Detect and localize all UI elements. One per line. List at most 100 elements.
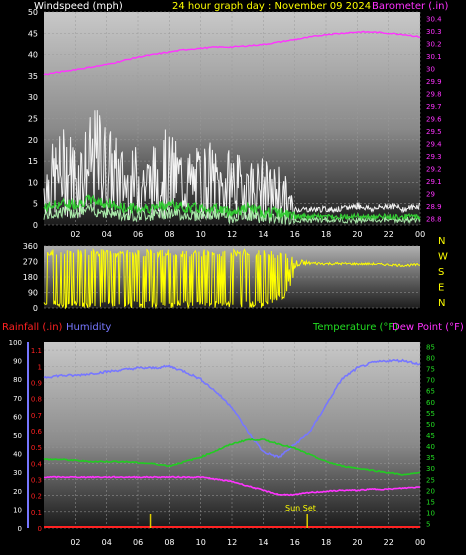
temperature-tick-label: 10 [426, 510, 435, 518]
direction-tick-label: 360 [23, 242, 38, 251]
rain-tick-label: 0.3 [31, 476, 42, 484]
header-right-title: Barometer (.in) [372, 1, 448, 12]
wind-tick-label: 40 [28, 51, 38, 60]
humidity-tick-label: 30 [13, 469, 22, 477]
barometer-tick-label: 29.3 [426, 153, 442, 161]
barometer-tick-label: 29.2 [426, 166, 442, 174]
temperature-tick-label: 65 [426, 388, 435, 396]
humidity-tick-label: 90 [13, 358, 22, 366]
wind-tick-label: 30 [28, 93, 38, 102]
temperature-tick-label: 30 [426, 465, 435, 473]
climate-x-tick-label: 10 [196, 538, 206, 547]
direction-tick-label: 0 [33, 304, 38, 313]
wind-x-tick-label: 14 [258, 230, 268, 239]
dewpoint-axis-title: Dew Point (°F) [392, 322, 464, 333]
rain-tick-label: 0.2 [31, 493, 42, 501]
wind-x-tick-label: 16 [290, 230, 300, 239]
temperature-tick-label: 75 [426, 366, 435, 374]
header-left-title: Windspeed (mph) [34, 1, 123, 12]
wind-x-tick-label: 06 [133, 230, 143, 239]
rain-tick-label: 0.8 [31, 396, 42, 404]
barometer-tick-label: 30.2 [426, 40, 442, 48]
wind-x-tick-label: 18 [321, 230, 331, 239]
barometer-tick-label: 29 [426, 191, 435, 199]
climate-x-tick-label: 12 [227, 538, 237, 547]
temperature-tick-label: 35 [426, 454, 435, 462]
humidity-tick-label: 80 [13, 376, 22, 384]
humidity-axis-title: Humidity [66, 322, 111, 333]
climate-x-tick-label: 18 [321, 538, 331, 547]
rain-tick-label: 1 [38, 363, 42, 371]
climate-x-tick-label: 00 [415, 538, 425, 547]
climate-x-tick-label: 02 [70, 538, 80, 547]
temperature-tick-label: 70 [426, 377, 435, 385]
wind-x-tick-label: 12 [227, 230, 237, 239]
barometer-tick-label: 29.7 [426, 103, 442, 111]
temperature-tick-label: 50 [426, 421, 435, 429]
climate-x-tick-label: 20 [352, 538, 362, 547]
humidity-tick-label: 0 [18, 525, 22, 533]
barometer-tick-label: 28.8 [426, 216, 442, 224]
temperature-tick-label: 55 [426, 410, 435, 418]
temperature-tick-label: 85 [426, 343, 435, 351]
humidity-tick-label: 60 [13, 413, 22, 421]
barometer-tick-label: 29.5 [426, 128, 442, 136]
compass-label: W [438, 252, 448, 263]
wind-x-tick-label: 04 [102, 230, 112, 239]
wind-x-tick-label: 00 [415, 230, 425, 239]
temperature-tick-label: 25 [426, 476, 435, 484]
header-center-title: 24 hour graph day : November 09 2024 [172, 1, 371, 12]
barometer-tick-label: 30.3 [426, 28, 442, 36]
rain-axis-title: Rainfall (.in) [2, 322, 63, 333]
sunset-annotation: Sun Set [285, 504, 316, 513]
wind-tick-label: 35 [28, 72, 38, 81]
barometer-tick-label: 30.4 [426, 15, 442, 23]
wind-x-tick-label: 20 [352, 230, 362, 239]
compass-label: S [438, 267, 444, 278]
barometer-tick-label: 29.6 [426, 116, 442, 124]
rain-tick-label: 0.7 [31, 412, 42, 420]
rain-tick-label: 0.1 [31, 509, 42, 517]
wind-tick-label: 0 [33, 221, 38, 230]
rain-tick-label: 0.9 [31, 379, 42, 387]
temperature-tick-label: 80 [426, 355, 435, 363]
wind-tick-label: 20 [28, 136, 38, 145]
rain-tick-label: 0.5 [31, 444, 42, 452]
rain-tick-label: 0.4 [31, 460, 43, 468]
humidity-tick-label: 100 [9, 339, 22, 347]
wind-x-tick-label: 02 [70, 230, 80, 239]
wind-tick-label: 5 [33, 200, 38, 209]
humidity-tick-label: 70 [13, 395, 22, 403]
wind-x-tick-label: 08 [164, 230, 174, 239]
barometer-tick-label: 29.4 [426, 141, 442, 149]
humidity-tick-label: 40 [13, 451, 22, 459]
wind-tick-label: 25 [28, 115, 38, 124]
humidity-tick-label: 10 [13, 506, 22, 514]
barometer-tick-label: 29.9 [426, 78, 442, 86]
climate-x-tick-label: 16 [290, 538, 300, 547]
wind-x-tick-label: 22 [384, 230, 394, 239]
direction-tick-label: 90 [28, 289, 38, 298]
wind-tick-label: 45 [28, 29, 38, 38]
barometer-tick-label: 30 [426, 65, 435, 73]
direction-tick-label: 180 [23, 273, 38, 282]
rain-tick-label: 0.6 [31, 428, 43, 436]
climate-x-tick-label: 04 [102, 538, 112, 547]
barometer-tick-label: 30.1 [426, 53, 442, 61]
humidity-tick-label: 20 [13, 488, 22, 496]
barometer-tick-label: 29.1 [426, 178, 442, 186]
temperature-tick-label: 20 [426, 487, 435, 495]
barometer-tick-label: 29.8 [426, 90, 442, 98]
temperature-tick-label: 5 [426, 521, 430, 529]
climate-x-tick-label: 08 [164, 538, 174, 547]
temperature-axis-title: Temperature (°F) [312, 322, 398, 333]
humidity-tick-label: 50 [13, 432, 22, 440]
weather-chart-svg: 0510152025303540455028.828.92929.129.229… [2, 1, 464, 547]
compass-label: N [438, 298, 445, 309]
temperature-tick-label: 60 [426, 399, 435, 407]
direction-tick-label: 270 [23, 258, 38, 267]
temperature-tick-label: 45 [426, 432, 435, 440]
climate-x-tick-label: 22 [384, 538, 394, 547]
temperature-tick-label: 15 [426, 498, 435, 506]
weather-graph: 0 5 10 15 20 25 30 35 40 45 50 28.8 28.9 29 29.1 29.2 29… [0, 0, 466, 555]
